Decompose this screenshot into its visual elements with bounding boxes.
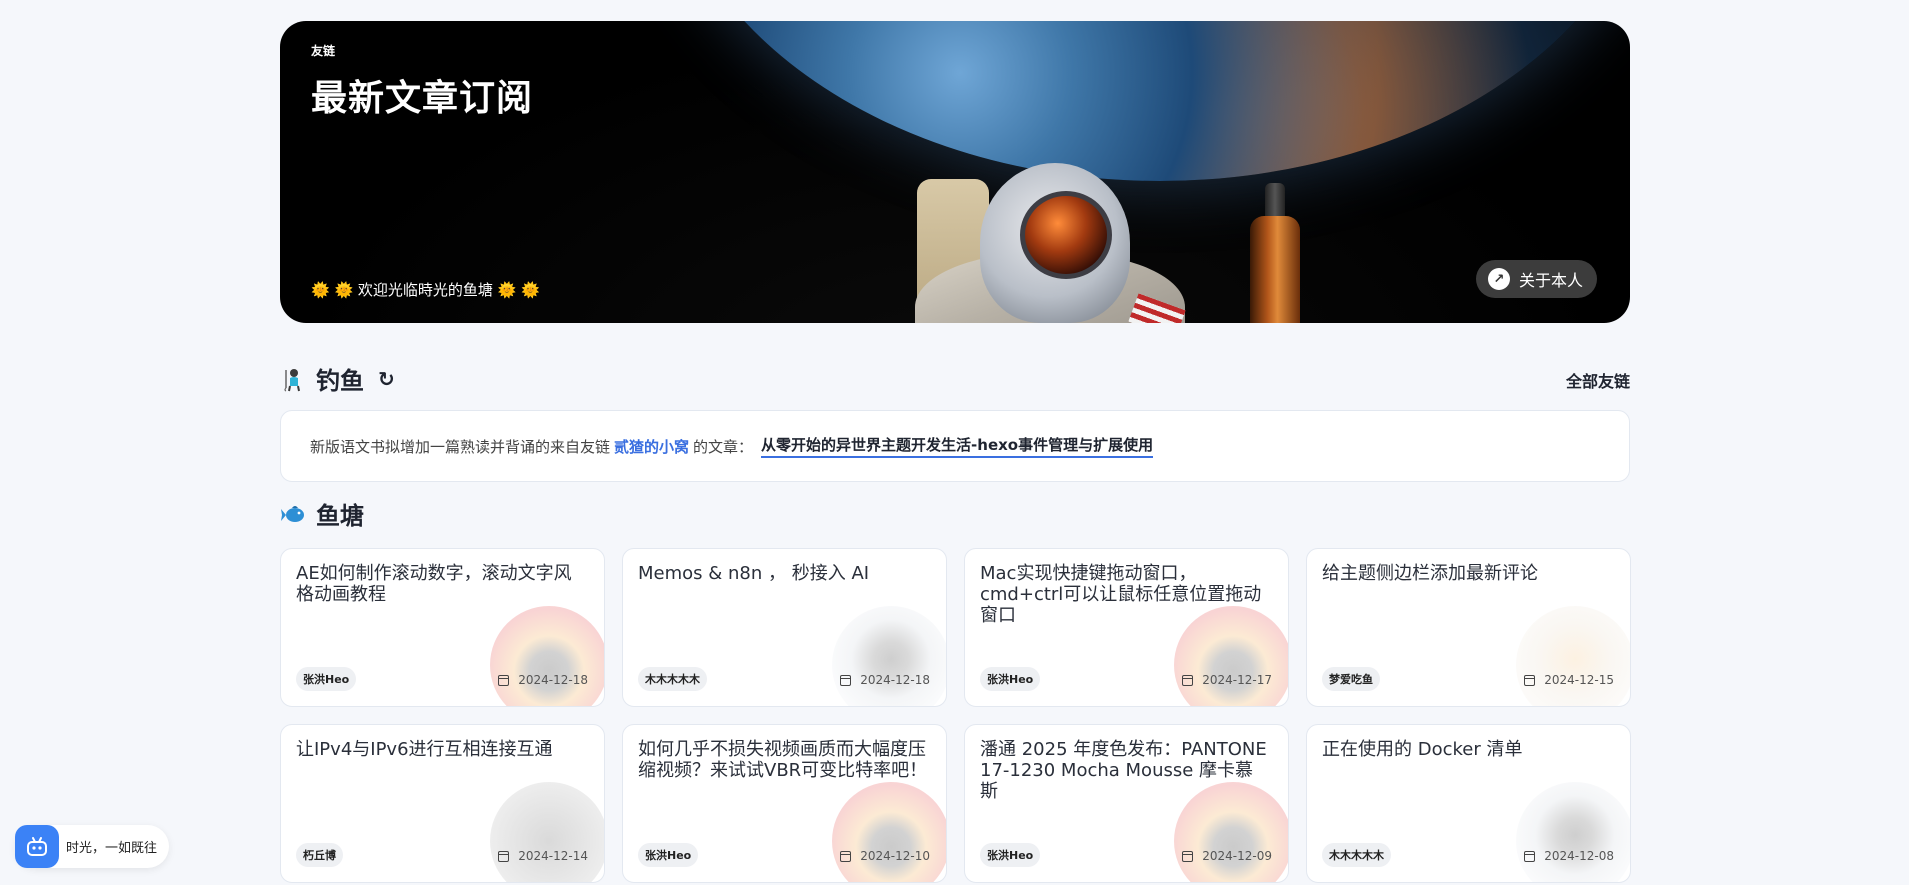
article-date-text: 2024-12-10 — [860, 849, 930, 863]
author-avatar — [832, 782, 946, 882]
author-tag: 张洪Heo — [980, 667, 1041, 691]
article-card[interactable]: AE如何制作滚动数字，滚动文字风格动画教程 张洪Heo 2024-12-18 — [280, 548, 605, 707]
article-title: 给主题侧边栏添加最新评论 — [1322, 563, 1538, 584]
random-article-notice: 新版语文书拟增加一篇熟读并背诵的来自友链 贰猹的小窝 的文章： 从零开始的异世界… — [280, 410, 1630, 482]
author-avatar — [832, 606, 946, 706]
article-date: 2024-12-10 — [840, 849, 930, 863]
article-card[interactable]: 正在使用的 Docker 清单 木木木木木 2024-12-08 — [1306, 724, 1631, 883]
article-card[interactable]: Memos & n8n ， 秒接入 AI 木木木木木 2024-12-18 — [622, 548, 947, 707]
author-tag: 木木木木木 — [638, 667, 707, 691]
article-date-text: 2024-12-17 — [1202, 673, 1272, 687]
chat-bot-widget[interactable]: 时光，一如既往 — [15, 825, 170, 868]
arrow-up-right-icon: ↗ — [1487, 268, 1510, 290]
article-date: 2024-12-08 — [1524, 849, 1614, 863]
hero-banner: 友链 最新文章订阅 🌞 🌞 欢迎光临時光的鱼塘 🌞 🌞 ↗ 关于本人 — [280, 21, 1630, 323]
article-title: Mac实现快捷键拖动窗口，cmd+ctrl可以让鼠标任意位置拖动窗口 — [980, 563, 1262, 626]
author-tag: 张洪Heo — [296, 667, 357, 691]
author-tag: 梦爱吃鱼 — [1322, 667, 1380, 691]
article-date: 2024-12-18 — [498, 673, 588, 687]
pond-heading-label: 鱼塘 — [316, 502, 364, 530]
robot-icon — [15, 825, 59, 868]
article-title: 如何几乎不损失视频画质而大幅度压缩视频？来试试VBR可变比特率吧！ — [638, 739, 928, 781]
banner-title: 最新文章订阅 — [311, 78, 534, 119]
calendar-icon — [1524, 850, 1536, 862]
author-avatar — [1516, 606, 1630, 706]
page-content: 友链 最新文章订阅 🌞 🌞 欢迎光临時光的鱼塘 🌞 🌞 ↗ 关于本人 钓鱼 ↻ … — [280, 21, 1631, 883]
calendar-icon — [498, 850, 510, 862]
author-tag: 张洪Heo — [980, 843, 1041, 867]
article-card[interactable]: 给主题侧边栏添加最新评论 梦爱吃鱼 2024-12-15 — [1306, 548, 1631, 707]
article-date: 2024-12-15 — [1524, 673, 1614, 687]
calendar-icon — [1524, 674, 1536, 686]
article-card[interactable]: 如何几乎不损失视频画质而大幅度压缩视频？来试试VBR可变比特率吧！ 张洪Heo … — [622, 724, 947, 883]
article-date-text: 2024-12-14 — [518, 849, 588, 863]
calendar-icon — [840, 850, 852, 862]
calendar-icon — [1182, 850, 1194, 862]
pond-heading: 鱼塘 — [280, 496, 364, 531]
article-date: 2024-12-17 — [1182, 673, 1272, 687]
notice-prefix: 新版语文书拟增加一篇熟读并背诵的来自友链 — [310, 437, 611, 456]
author-tag: 张洪Heo — [638, 843, 699, 867]
notice-article-link[interactable]: 从零开始的异世界主题开发生活-hexo事件管理与扩展使用 — [761, 434, 1154, 458]
article-date: 2024-12-14 — [498, 849, 588, 863]
earth-image — [660, 21, 1630, 181]
article-card-grid: AE如何制作滚动数字，滚动文字风格动画教程 张洪Heo 2024-12-18 M… — [280, 548, 1631, 883]
calendar-icon — [498, 674, 510, 686]
author-avatar — [1516, 782, 1630, 882]
fishing-heading: 钓鱼 ↻ — [280, 361, 395, 396]
astronaut-visor-image — [1020, 191, 1112, 279]
article-card[interactable]: 让IPv4与IPv6进行互相连接互通 朽丘博 2024-12-14 — [280, 724, 605, 883]
all-friend-links-link[interactable]: 全部友链 — [1566, 368, 1630, 392]
about-me-label: 关于本人 — [1518, 271, 1583, 290]
fishing-heading-label: 钓鱼 — [316, 367, 364, 395]
article-title: Memos & n8n ， 秒接入 AI — [638, 563, 870, 584]
article-date-text: 2024-12-08 — [1544, 849, 1614, 863]
calendar-icon — [840, 674, 852, 686]
article-title: AE如何制作滚动数字，滚动文字风格动画教程 — [296, 563, 572, 605]
notice-middle: 的文章： — [693, 437, 754, 456]
article-date-text: 2024-12-18 — [860, 673, 930, 687]
author-avatar — [490, 606, 604, 706]
article-title: 潘通 2025 年度色发布：PANTONE 17-1230 Mocha Mous… — [980, 739, 1267, 802]
fish-icon — [280, 501, 306, 527]
fishing-person-icon — [280, 366, 306, 392]
article-date-text: 2024-12-18 — [518, 673, 588, 687]
banner-welcome-text: 🌞 🌞 欢迎光临時光的鱼塘 🌞 🌞 — [311, 281, 540, 299]
article-date-text: 2024-12-09 — [1202, 849, 1272, 863]
article-date: 2024-12-09 — [1182, 849, 1272, 863]
calendar-icon — [1182, 674, 1194, 686]
about-me-button[interactable]: ↗ 关于本人 — [1475, 260, 1597, 298]
article-card[interactable]: Mac实现快捷键拖动窗口，cmd+ctrl可以让鼠标任意位置拖动窗口 张洪Heo… — [964, 548, 1289, 707]
bottle-image — [1250, 216, 1300, 323]
author-tag: 朽丘博 — [296, 843, 343, 867]
article-date-text: 2024-12-15 — [1544, 673, 1614, 687]
author-avatar — [490, 782, 604, 882]
article-title: 正在使用的 Docker 清单 — [1322, 739, 1523, 760]
refresh-icon[interactable]: ↻ — [378, 367, 395, 391]
widget-text: 时光，一如既往 — [66, 841, 158, 856]
article-date: 2024-12-18 — [840, 673, 930, 687]
banner-category-label: 友链 — [311, 44, 336, 58]
notice-author-link[interactable]: 贰猹的小窝 — [614, 436, 689, 457]
article-title: 让IPv4与IPv6进行互相连接互通 — [296, 739, 553, 760]
author-tag: 木木木木木 — [1322, 843, 1391, 867]
article-card[interactable]: 潘通 2025 年度色发布：PANTONE 17-1230 Mocha Mous… — [964, 724, 1289, 883]
